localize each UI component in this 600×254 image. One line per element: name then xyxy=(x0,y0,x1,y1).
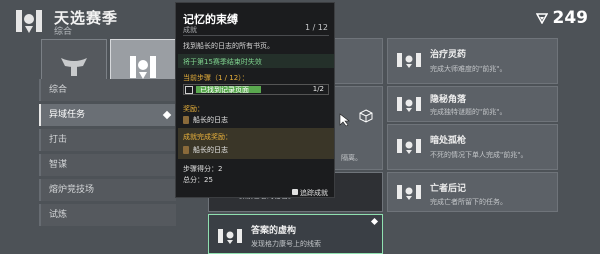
expiry-warning: 将于第15赛季结束时失效 xyxy=(178,54,334,68)
tooltip-category: 成就 xyxy=(183,26,197,34)
triumph-emblem-icon xyxy=(397,53,421,68)
triumph-title: 答案的虚构 xyxy=(251,226,297,236)
triumph-desc: 隔离。 xyxy=(341,154,362,162)
sidebar-item-label: 智谋 xyxy=(49,160,68,170)
triumph-card[interactable]: 隐秘角落 完成独特谜题的"前兆"。 xyxy=(387,86,558,122)
new-indicator-icon xyxy=(162,110,172,120)
sidebar-item-exotic-missions[interactable]: 异域任务 xyxy=(39,104,176,126)
currency-value: 249 xyxy=(552,8,589,28)
triumph-card[interactable]: 暗处孤枪 不死的情况下单人完成"前兆"。 xyxy=(387,124,558,170)
sidebar-item-gambit[interactable]: 智谋 xyxy=(39,154,176,176)
tooltip-description: 找到船长的日志的所有书页。 xyxy=(183,42,274,50)
triumph-title: 暗处孤枪 xyxy=(430,136,467,146)
triumph-desc: 发现格力康号上的线索 xyxy=(251,240,321,248)
triumph-desc: 不死的情况下单人完成"前兆"。 xyxy=(430,151,528,159)
triumph-card[interactable]: 治疗灵药 完成大师难度的"前兆"。 xyxy=(387,38,558,84)
triumph-emblem-icon xyxy=(397,185,421,200)
track-triumph-label: 追踪成就 xyxy=(300,189,328,197)
sidebar-item-label: 综合 xyxy=(49,85,68,95)
reward-item: 船长的日志 xyxy=(183,115,228,125)
completion-reward-item: 船长的日志 xyxy=(183,145,228,155)
sidebar-item-trials[interactable]: 试炼 xyxy=(39,204,176,226)
currency-display: 249 xyxy=(535,8,589,28)
reward-label: 奖励： xyxy=(183,105,204,113)
total-score: 总分：25 xyxy=(183,176,213,184)
journal-icon xyxy=(183,116,189,124)
triumph-tooltip: 记忆的束缚 成就 1 / 12 找到船长的日志的所有书页。 将于第15赛季结束时… xyxy=(175,2,335,198)
triumph-title: 治疗灵药 xyxy=(430,50,467,60)
lore-cube-icon xyxy=(359,109,373,123)
new-indicator-icon xyxy=(370,217,379,226)
sidebar-item-crucible[interactable]: 熔炉竞技场 xyxy=(39,179,176,201)
season-emblem-icon xyxy=(12,6,46,36)
journal-icon xyxy=(183,146,189,154)
tooltip-divider xyxy=(183,35,329,36)
triumph-emblem-icon xyxy=(130,55,156,79)
tooltip-page-indicator: 1 / 12 xyxy=(304,23,328,32)
bright-dust-icon xyxy=(535,13,548,24)
objective-count: 1/2 xyxy=(312,85,324,93)
completion-reward-label: 成就完成奖励： xyxy=(183,133,232,141)
reward-item-name: 船长的日志 xyxy=(193,116,228,124)
sidebar-item-general[interactable]: 综合 xyxy=(39,79,176,101)
completion-reward-section: 成就完成奖励： 船长的日志 xyxy=(178,128,334,159)
triumph-card[interactable]: 亡者后记 完成亡者所留下的任务。 xyxy=(387,172,558,212)
track-triumph-button[interactable]: 追踪成就 xyxy=(292,188,328,198)
sidebar-item-label: 打击 xyxy=(49,135,68,145)
triumph-card-answer[interactable]: 答案的虚构 发现格力康号上的线索 xyxy=(208,214,383,254)
sidebar-item-label: 试炼 xyxy=(49,210,68,220)
sidebar-item-strikes[interactable]: 打击 xyxy=(39,129,176,151)
sidebar-item-label: 异域任务 xyxy=(49,110,86,120)
triumph-desc: 完成大师难度的"前兆"。 xyxy=(430,65,507,73)
sidebar-item-label: 熔炉竞技场 xyxy=(49,185,95,195)
winged-seal-icon xyxy=(61,57,87,76)
sidebar-nav: 综合 异域任务 打击 智谋 熔炉竞技场 试炼 xyxy=(39,79,176,229)
triumph-emblem-icon xyxy=(397,139,421,154)
triumph-title: 隐秘角落 xyxy=(430,95,467,105)
completion-reward-name: 船长的日志 xyxy=(193,146,228,154)
triumph-desc: 完成独特谜题的"前兆"。 xyxy=(430,108,507,116)
triumph-title: 亡者后记 xyxy=(430,184,467,194)
objective-text: 已找到记录页面 xyxy=(200,86,249,94)
triumph-desc: 完成亡者所留下的任务。 xyxy=(430,198,507,206)
expiry-warning-text: 将于第15赛季结束时失效 xyxy=(183,58,262,66)
current-step-label: 当前步骤（1 / 12）： xyxy=(183,74,249,82)
triumph-emblem-icon xyxy=(218,229,242,244)
cursor-icon xyxy=(339,113,350,127)
objective-checkbox xyxy=(185,86,193,94)
objective-row: 已找到记录页面 1/2 xyxy=(183,84,329,95)
season-subtitle: 综合 xyxy=(54,27,73,37)
mouse-button-icon xyxy=(292,189,298,195)
step-score: 步骤得分：2 xyxy=(183,165,223,173)
triumph-emblem-icon xyxy=(397,97,421,112)
